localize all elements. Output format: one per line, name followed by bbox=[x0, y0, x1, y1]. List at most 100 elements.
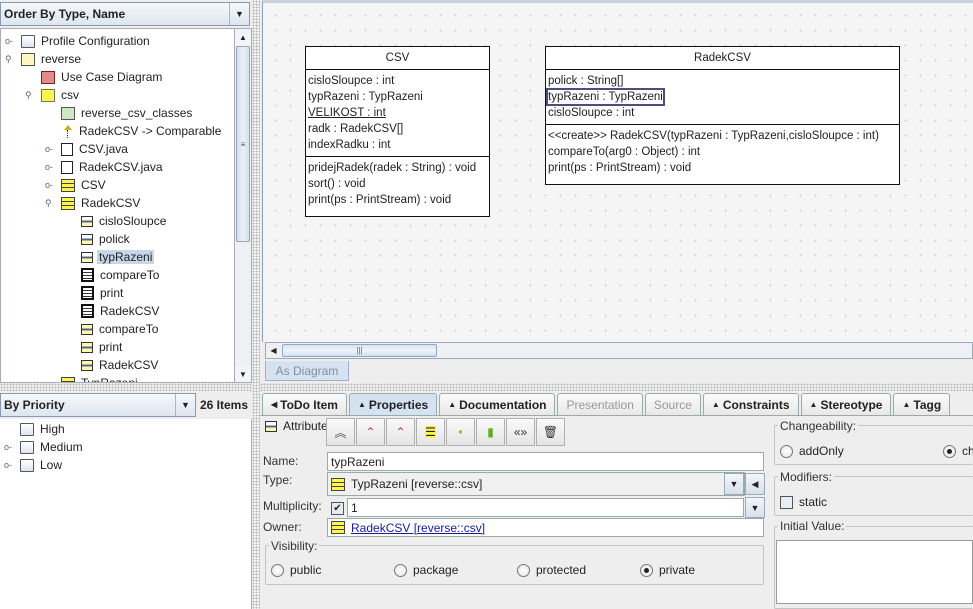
radio-button-icon[interactable] bbox=[943, 444, 956, 458]
scroll-thumb[interactable]: ||| bbox=[282, 344, 437, 357]
radio-public[interactable]: public bbox=[271, 563, 321, 577]
tree-item[interactable]: o- CSV.java bbox=[45, 140, 130, 158]
collapse-handle-icon[interactable]: o- bbox=[5, 36, 13, 46]
tree-item[interactable]: print bbox=[81, 284, 125, 302]
radio-button-icon[interactable] bbox=[271, 563, 284, 577]
radio-button-icon[interactable] bbox=[517, 563, 530, 577]
diagram-canvas[interactable]: CSV cisloSloupce : int typRazeni : TypRaze… bbox=[262, 0, 973, 342]
order-combo[interactable]: Order By Type, Name ▼ bbox=[0, 2, 250, 26]
name-field[interactable]: typRazeni bbox=[327, 452, 764, 471]
operation[interactable]: pridejRadek(radek : String) : void bbox=[308, 160, 487, 176]
tab-documentation[interactable]: ▲ Documentation bbox=[439, 393, 556, 415]
navigate-back-button[interactable]: ⌃ bbox=[356, 418, 385, 446]
radio-private[interactable]: private bbox=[640, 563, 695, 577]
expand-handle-icon[interactable]: ⚲ bbox=[45, 198, 52, 209]
checkbox-box[interactable] bbox=[780, 495, 793, 509]
tree-item[interactable]: cisloSloupce bbox=[81, 212, 168, 230]
tree-item[interactable]: RadekCSV bbox=[81, 356, 160, 374]
tree-item[interactable]: TypRazeni bbox=[61, 374, 140, 382]
expand-handle-icon[interactable]: ⚲ bbox=[25, 90, 32, 101]
radio-button-icon[interactable] bbox=[780, 444, 793, 458]
type-combo[interactable]: TypRazeni [reverse::csv] bbox=[327, 472, 745, 496]
collapse-handle-icon[interactable]: o- bbox=[45, 180, 53, 190]
navigate-forward-button[interactable]: ⌃ bbox=[386, 418, 415, 446]
operation[interactable]: compareTo(arg0 : Object) : int bbox=[548, 144, 897, 160]
tab-todo-item[interactable]: ◀ ToDo Item bbox=[262, 393, 347, 415]
tab-properties[interactable]: ▲ Properties bbox=[348, 393, 438, 415]
tree-item[interactable]: print bbox=[81, 338, 124, 356]
delete-button[interactable]: 🗑 bbox=[536, 418, 565, 446]
todo-item[interactable]: High bbox=[20, 420, 67, 438]
tree-item[interactable]: RadekCSV bbox=[81, 302, 161, 320]
priority-combo[interactable]: By Priority ▼ bbox=[0, 393, 196, 417]
scroll-thumb[interactable]: ≡ bbox=[236, 46, 250, 242]
attribute[interactable]: typRazeni : TypRazeni bbox=[308, 89, 487, 105]
todo-item[interactable]: o- Low bbox=[4, 456, 64, 474]
new-datatype-button[interactable]: ▮ bbox=[476, 418, 505, 446]
tree-item[interactable]: ⚲ RadekCSV bbox=[45, 194, 142, 212]
tree-item[interactable]: Use Case Diagram bbox=[41, 68, 164, 86]
tree-item[interactable]: compareTo bbox=[81, 320, 160, 338]
new-attribute-button[interactable]: ☰ bbox=[416, 418, 445, 446]
radio-package[interactable]: package bbox=[394, 563, 458, 577]
tree-item[interactable]: o- CSV bbox=[45, 176, 108, 194]
scroll-down-icon[interactable]: ▼ bbox=[235, 366, 251, 382]
radio-button-icon[interactable] bbox=[640, 563, 653, 577]
new-enumeration-literal-button[interactable]: • bbox=[446, 418, 475, 446]
uml-class-radekcsv[interactable]: RadekCSV polick : String[] typRazeni : Typ… bbox=[545, 46, 900, 185]
operation[interactable]: print(ps : PrintStream) : void bbox=[548, 160, 897, 176]
split-divider[interactable] bbox=[0, 383, 252, 391]
multiplicity-dropdown-button[interactable]: ▼ bbox=[745, 497, 765, 518]
radio-ch[interactable]: ch bbox=[943, 444, 973, 458]
attribute[interactable]: radk : RadekCSV[] bbox=[308, 121, 487, 137]
attribute[interactable]: cisloSloupce : int bbox=[308, 73, 487, 89]
attribute[interactable]: polick : String[] bbox=[548, 73, 897, 89]
collapse-handle-icon[interactable]: o- bbox=[45, 144, 53, 154]
todo-item[interactable]: o- Medium bbox=[4, 438, 85, 456]
go-to-type-button[interactable]: ◀ bbox=[745, 473, 765, 495]
tree-item[interactable]: reverse_csv_classes bbox=[61, 104, 194, 122]
operation[interactable]: sort() : void bbox=[308, 176, 487, 192]
tab-tagg[interactable]: ▲ Tagg bbox=[893, 393, 951, 415]
multiplicity-checkbox[interactable]: ✔ bbox=[331, 502, 344, 515]
collapse-handle-icon[interactable]: o- bbox=[4, 460, 12, 470]
operation[interactable]: <<create>> RadekCSV(typRazeni : TypRazen… bbox=[548, 128, 897, 144]
scroll-up-icon[interactable]: ▲ bbox=[235, 29, 251, 45]
radio-button-icon[interactable] bbox=[394, 563, 407, 577]
tab-constraints[interactable]: ▲ Constraints bbox=[702, 393, 799, 415]
scroll-left-icon[interactable]: ◀ bbox=[266, 343, 281, 358]
split-divider[interactable] bbox=[260, 383, 973, 391]
go-up-button[interactable]: ︽ bbox=[326, 418, 355, 446]
new-stereotype-button[interactable]: «» bbox=[506, 418, 535, 446]
tree-item[interactable]: RadekCSV -> Comparable bbox=[61, 122, 223, 140]
multiplicity-field[interactable]: 1 bbox=[347, 498, 744, 517]
tab-source[interactable]: Source bbox=[644, 393, 701, 415]
tree-item[interactable]: typRazeni bbox=[81, 248, 155, 266]
owner-link[interactable]: RadekCSV [reverse::csv] bbox=[351, 521, 485, 535]
tab-as-diagram[interactable]: As Diagram bbox=[265, 361, 349, 381]
explorer-scrollbar[interactable]: ▲ ≡ ▼ bbox=[234, 29, 251, 382]
tab-stereotype[interactable]: ▲ Stereotype bbox=[800, 393, 892, 415]
explorer-tree[interactable]: TypRazeni RadekCSV print compareTo RadekCSV p… bbox=[0, 28, 252, 383]
diagram-hscrollbar[interactable]: ◀ ||| bbox=[265, 342, 973, 359]
radio-protected[interactable]: protected bbox=[517, 563, 586, 577]
tree-item[interactable]: polick bbox=[81, 230, 132, 248]
attribute[interactable]: typRazeni : TypRazeni bbox=[546, 88, 897, 106]
chevron-down-icon[interactable]: ▼ bbox=[229, 3, 249, 25]
tree-item[interactable]: ⚲ reverse bbox=[5, 50, 83, 68]
tree-item[interactable]: compareTo bbox=[81, 266, 161, 284]
tree-item[interactable]: o- RadekCSV.java bbox=[45, 158, 165, 176]
expand-handle-icon[interactable]: ⚲ bbox=[5, 54, 12, 65]
initial-value-textarea[interactable] bbox=[776, 540, 973, 604]
operation[interactable]: print(ps : PrintStream) : void bbox=[308, 192, 487, 208]
todo-tree[interactable]: High o- Medium o- Low bbox=[0, 419, 252, 609]
static-checkbox[interactable]: static bbox=[780, 495, 827, 509]
type-dropdown-button[interactable]: ▼ bbox=[724, 473, 744, 495]
attribute[interactable]: indexRadku : int bbox=[308, 137, 487, 153]
tree-item[interactable]: ⚲ csv bbox=[25, 86, 81, 104]
attribute[interactable]: cisloSloupce : int bbox=[548, 105, 897, 121]
collapse-handle-icon[interactable]: o- bbox=[4, 442, 12, 452]
radio-addOnly[interactable]: addOnly bbox=[780, 444, 844, 458]
uml-class-csv[interactable]: CSV cisloSloupce : int typRazeni : TypRaze… bbox=[305, 46, 490, 217]
collapse-handle-icon[interactable]: o- bbox=[45, 162, 53, 172]
